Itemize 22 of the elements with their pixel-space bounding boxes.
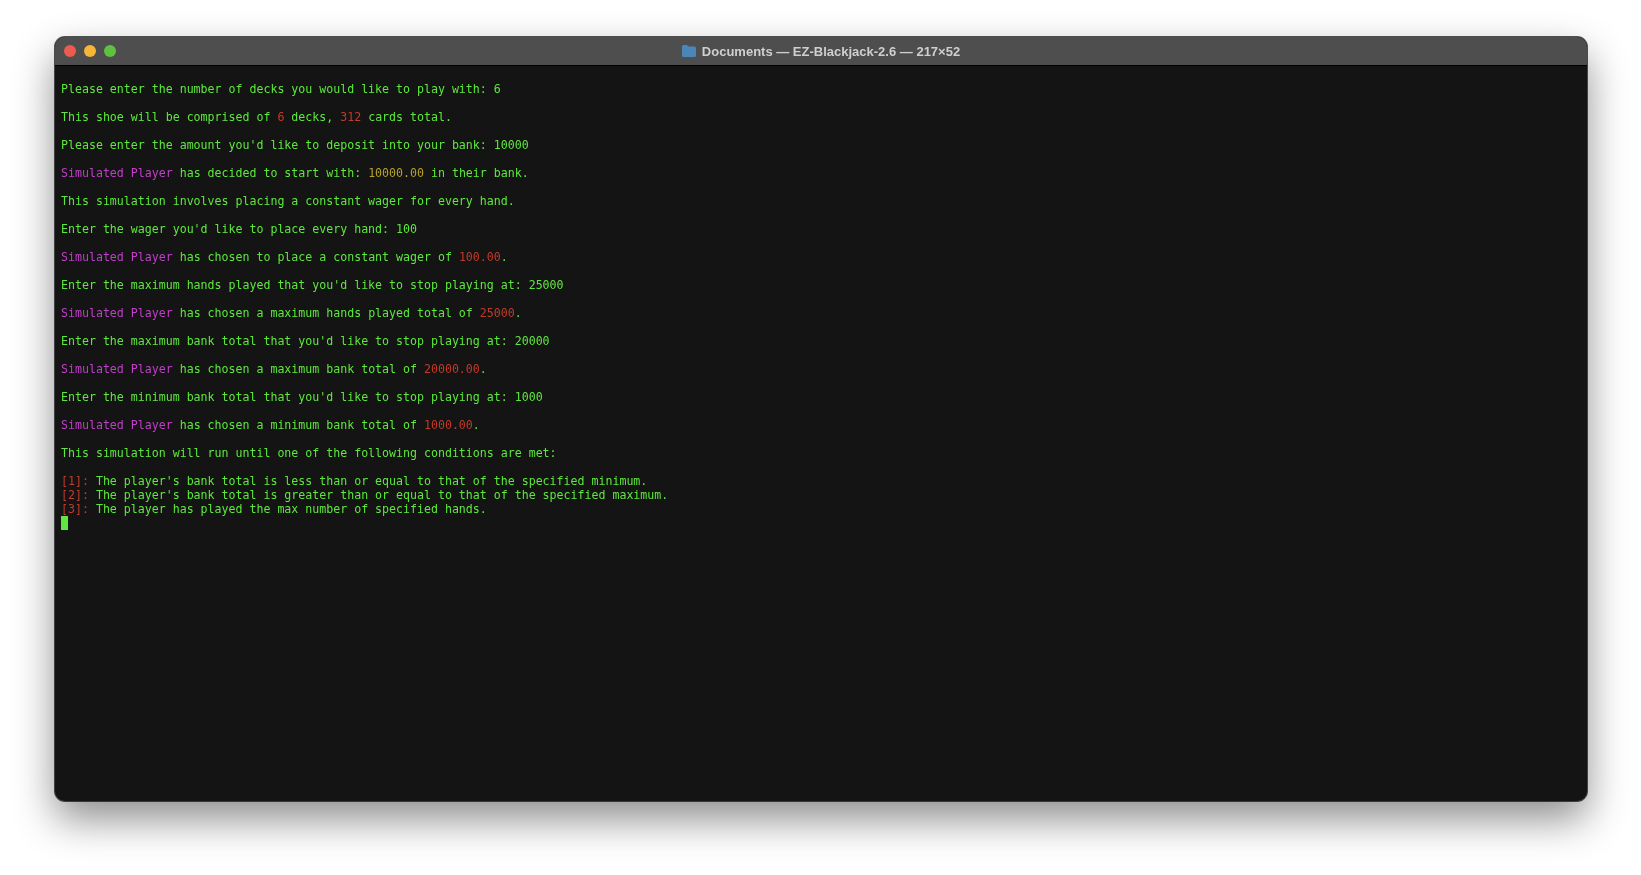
terminal-line: Simulated Player has chosen a maximum hands played total of 25000. [61, 306, 523, 320]
terminal-line: Simulated Player has chosen to place a constant wager of 100.00. [61, 250, 509, 264]
folder-icon [681, 45, 696, 57]
terminal-line: Enter the wager you'd like to place every hand: 100 [61, 222, 418, 236]
zoom-button[interactable] [104, 45, 116, 57]
terminal-line: Please enter the amount you'd like to deposit into your bank: 10000 [61, 138, 530, 152]
terminal-line: Simulated Player has chosen a maximum bank total of 20000.00. [61, 362, 488, 376]
minimize-button[interactable] [84, 45, 96, 57]
terminal-line: [1]: The player's bank total is less than or equal to that of the specified minimum. [61, 474, 649, 488]
terminal-line: This shoe will be comprised of 6 decks, 312 cards total. [61, 110, 453, 124]
window-title: Documents — EZ-Blackjack-2.6 — 217×52 [701, 43, 961, 59]
terminal-line: This simulation involves placing a constant wager for every hand. [61, 194, 516, 208]
terminal-line: Please enter the number of decks you would like to play with: 6 [61, 82, 502, 96]
terminal-line: Simulated Player has chosen a minimum bank total of 1000.00. [61, 418, 481, 432]
terminal-line: [2]: The player's bank total is greater than or equal to that of the specified maximum. [61, 488, 670, 502]
terminal-line: Simulated Player has decided to start with: 10000.00 in their bank. [61, 166, 530, 180]
terminal-line: Enter the maximum bank total that you'd like to stop playing at: 20000 [61, 334, 551, 348]
terminal-line: Enter the minimum bank total that you'd like to stop playing at: 1000 [61, 390, 544, 404]
terminal-line: This simulation will run until one of the following conditions are met: [61, 446, 558, 460]
terminal-line: [3]: The player has played the max number of specified hands. [61, 502, 488, 516]
close-button[interactable] [64, 45, 76, 57]
terminal-line: Enter the maximum hands played that you'd like to stop playing at: 25000 [61, 278, 565, 292]
